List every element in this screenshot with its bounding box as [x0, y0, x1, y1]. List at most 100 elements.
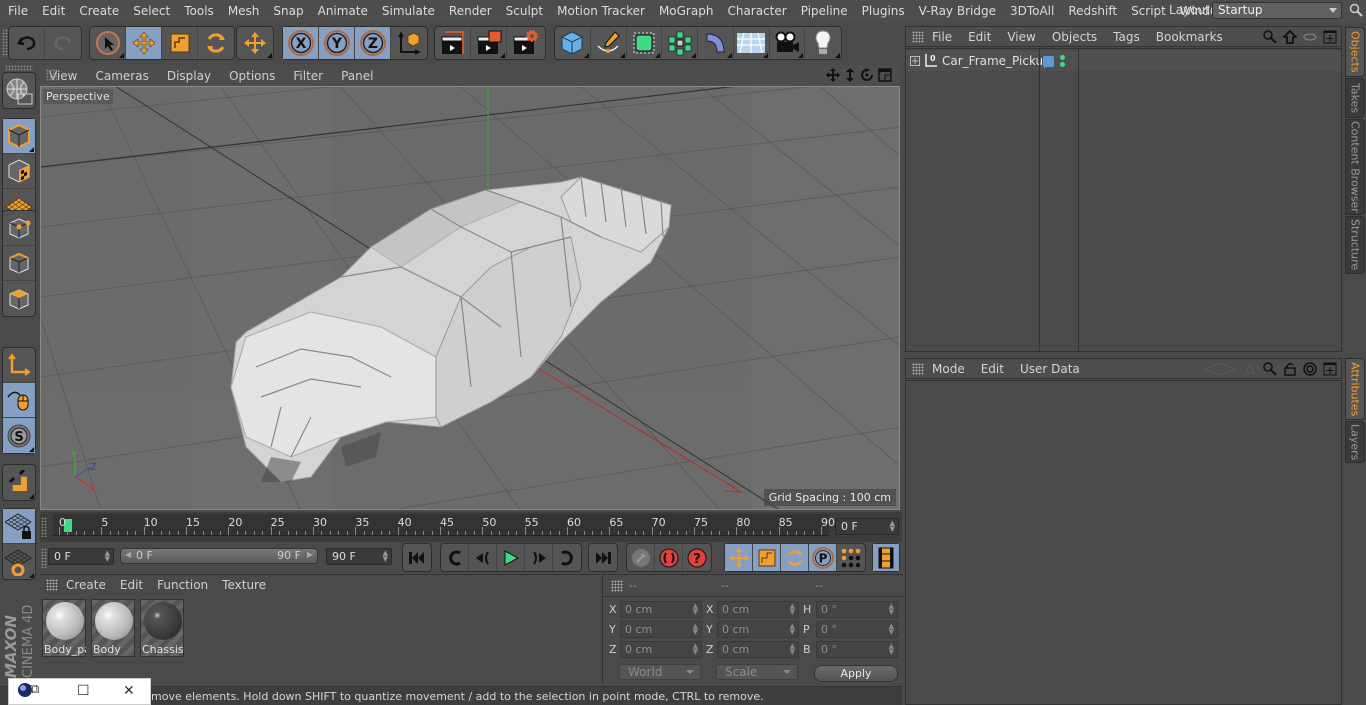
previous-frame-button[interactable]	[469, 544, 497, 571]
menu-select[interactable]: Select	[126, 4, 177, 18]
redo-button[interactable]	[45, 27, 81, 59]
move-tool-button[interactable]	[126, 27, 162, 59]
new-panel-icon[interactable]	[1323, 362, 1337, 376]
maximize-view-icon[interactable]	[878, 68, 892, 82]
record-active-objects-button[interactable]	[655, 544, 683, 571]
attributes-menu-mode[interactable]: Mode	[924, 362, 973, 376]
undo-button[interactable]	[9, 27, 45, 59]
viewport-menu-options[interactable]: Options	[220, 69, 284, 83]
left-toolbar-grip[interactable]	[5, 65, 33, 71]
viewport-menu-panel[interactable]: Panel	[332, 69, 382, 83]
size-x-field[interactable]: 0 cm ▲ ▼	[717, 601, 799, 618]
range-right-arrow-icon[interactable]: ▶	[307, 550, 313, 559]
pen-spline-button[interactable]	[591, 27, 627, 59]
floor-button[interactable]	[734, 27, 770, 59]
axis-mode-button[interactable]	[3, 348, 35, 383]
menu-create[interactable]: Create	[72, 4, 126, 18]
autokeying-button[interactable]: ?	[683, 544, 711, 571]
live-selection-button[interactable]	[90, 27, 126, 59]
material-menu-edit[interactable]: Edit	[113, 578, 150, 592]
light-button[interactable]	[805, 27, 841, 59]
menu-snap[interactable]: Snap	[266, 4, 310, 18]
tab-content-browser[interactable]: Content Browser	[1345, 119, 1365, 215]
snap-button[interactable]	[3, 465, 35, 500]
menu-pipeline[interactable]: Pipeline	[794, 4, 855, 18]
menu-character[interactable]: Character	[720, 4, 793, 18]
polygons-mode-button[interactable]	[3, 281, 35, 316]
menu-script[interactable]: Script	[1124, 4, 1173, 18]
menu-3dtoall[interactable]: 3DToAll	[1003, 4, 1061, 18]
objects-menu-file[interactable]: File	[924, 30, 960, 44]
material-grip[interactable]	[46, 579, 58, 591]
rotate-view-icon[interactable]	[860, 68, 874, 82]
search-icon[interactable]	[1349, 3, 1363, 17]
column-divider[interactable]	[1039, 49, 1040, 351]
next-key-button[interactable]	[553, 544, 581, 571]
cloner-button[interactable]	[662, 27, 698, 59]
pan-view-icon[interactable]	[826, 68, 840, 82]
viewport-menu-display[interactable]: Display	[158, 69, 220, 83]
size-mode-select[interactable]: Scale	[716, 664, 798, 680]
menu-file[interactable]: File	[0, 4, 35, 18]
play-button[interactable]	[497, 544, 525, 571]
end-frame-field[interactable]: 90 F ▲ ▼	[326, 548, 392, 565]
material-menu-create[interactable]: Create	[58, 578, 113, 592]
target-icon[interactable]	[1303, 362, 1317, 376]
menu-simulate[interactable]: Simulate	[375, 4, 442, 18]
tab-takes[interactable]: Takes	[1345, 78, 1365, 118]
subdivision-surface-button[interactable]	[627, 27, 663, 59]
material-swatch[interactable]: Body_pa	[42, 599, 86, 657]
next-frame-button[interactable]	[525, 544, 553, 571]
apply-button[interactable]: Apply	[814, 665, 898, 682]
attribute-manager-grip[interactable]	[912, 362, 924, 375]
pos-y-field[interactable]: 0 cm ▲ ▼	[620, 621, 702, 638]
tweak-mode-button[interactable]	[3, 383, 35, 418]
rot-p-field[interactable]: 0 ° ▲ ▼	[816, 621, 898, 638]
rotate-tool-button[interactable]	[198, 27, 234, 59]
edges-mode-button[interactable]	[3, 246, 35, 281]
size-z-field[interactable]: 0 cm ▲ ▼	[717, 641, 799, 658]
zoom-view-icon[interactable]	[844, 68, 856, 82]
home-icon[interactable]	[1283, 30, 1297, 44]
key-pla-button[interactable]	[837, 544, 865, 571]
objects-menu-edit[interactable]: Edit	[960, 30, 999, 44]
objects-menu-view[interactable]: View	[999, 30, 1043, 44]
pos-z-field[interactable]: 0 cm ▲ ▼	[620, 641, 702, 658]
render-settings-button[interactable]	[507, 27, 543, 59]
model-mode-button[interactable]	[3, 119, 35, 154]
new-panel-icon[interactable]	[1323, 30, 1337, 44]
viewport-menu-filter[interactable]: Filter	[284, 69, 332, 83]
search-icon[interactable]	[1263, 362, 1277, 376]
frame-ruler[interactable]: 0 5 10 15 20 25 30 35 40 45 50 55 60 65 70 75 80 85 90	[53, 514, 835, 536]
restore-icon[interactable]: ⧉	[30, 682, 39, 697]
size-y-field[interactable]: 0 cm ▲ ▼	[717, 621, 799, 638]
timeline-grip[interactable]	[41, 517, 47, 537]
objects-menu-tags[interactable]: Tags	[1105, 30, 1148, 44]
material-swatch[interactable]: Body	[91, 599, 135, 657]
tab-structure[interactable]: Structure	[1345, 216, 1365, 274]
menu-vray-bridge[interactable]: V-Ray Bridge	[912, 4, 1003, 18]
z-axis-lock-button[interactable]: Z	[355, 27, 391, 59]
menu-plugins[interactable]: Plugins	[855, 4, 912, 18]
points-mode-button[interactable]	[3, 211, 35, 246]
timeline-ruler[interactable]: 0 5 10 15 20 25 30 35 40 45 50 55 60 65 70 75 80 85 90 0 F…	[40, 512, 902, 542]
previous-key-button[interactable]	[441, 544, 469, 571]
editor-visibility-dot[interactable]	[1060, 55, 1065, 60]
render-visibility-dot[interactable]	[1060, 62, 1065, 67]
range-left-arrow-icon[interactable]: ◀	[125, 550, 131, 559]
lock-icon[interactable]	[1283, 362, 1297, 376]
viewport-menu-cameras[interactable]: Cameras	[86, 69, 157, 83]
eye-icon[interactable]	[1303, 30, 1317, 44]
object-manager-grip[interactable]	[912, 30, 924, 43]
layout-select[interactable]: Startup	[1212, 2, 1342, 19]
menu-sculpt[interactable]: Sculpt	[499, 4, 550, 18]
attributes-menu-user-data[interactable]: User Data	[1012, 362, 1088, 376]
close-button[interactable]: ✕	[123, 683, 135, 699]
rot-b-field[interactable]: 0 ° ▲ ▼	[816, 641, 898, 658]
scale-tool-button[interactable]	[162, 27, 198, 59]
tab-attributes[interactable]: Attributes	[1345, 358, 1365, 420]
workplane-axis-button[interactable]	[3, 544, 35, 579]
motion-record-button[interactable]	[627, 544, 655, 571]
expand-icon[interactable]	[910, 56, 920, 66]
x-axis-lock-button[interactable]: X	[283, 27, 319, 59]
